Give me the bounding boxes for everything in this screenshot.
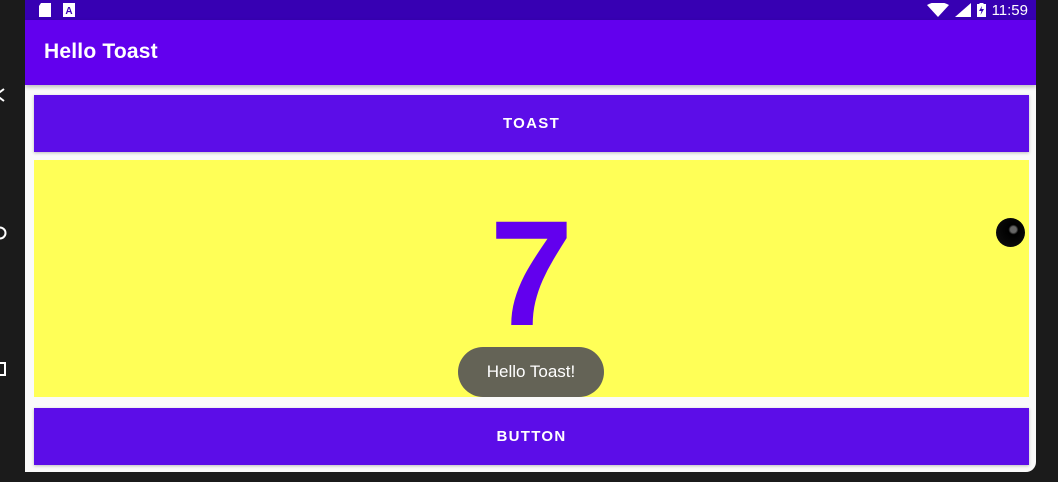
- toast-popup: Hello Toast!: [458, 347, 604, 397]
- wifi-icon: [926, 3, 949, 17]
- svg-text:A: A: [65, 6, 72, 17]
- sd-card-icon: [39, 3, 51, 17]
- count-button-label: BUTTON: [496, 428, 567, 445]
- home-nav-icon[interactable]: [0, 226, 7, 240]
- toast-button[interactable]: TOAST: [34, 95, 1029, 152]
- device-nav-rail: [0, 0, 25, 482]
- status-left-icons: A: [39, 0, 75, 20]
- toast-button-label: TOAST: [502, 115, 561, 132]
- camera-icon: [996, 218, 1025, 247]
- keyboard-a-icon: A: [63, 3, 75, 17]
- toast-message: Hello Toast!: [486, 362, 576, 381]
- app-bar: Hello Toast: [25, 20, 1036, 85]
- count-button[interactable]: BUTTON: [34, 408, 1029, 465]
- battery-charging-icon: [976, 3, 986, 17]
- signal-icon: [954, 3, 971, 17]
- device-frame: A 11:59 Hello Toast TOAST 7 Hello Toast!…: [0, 0, 1058, 482]
- app-title: Hello Toast: [44, 40, 158, 63]
- device-right-bezel: [1036, 0, 1058, 482]
- status-bar: A 11:59: [25, 0, 1036, 20]
- app-screen: A 11:59 Hello Toast TOAST 7 Hello Toast!…: [25, 0, 1036, 472]
- count-value: 7: [489, 189, 574, 357]
- back-nav-icon[interactable]: [0, 88, 7, 102]
- recents-nav-icon[interactable]: [0, 362, 7, 376]
- status-time: 11:59: [991, 1, 1028, 19]
- status-right-icons: 11:59: [926, 0, 1028, 20]
